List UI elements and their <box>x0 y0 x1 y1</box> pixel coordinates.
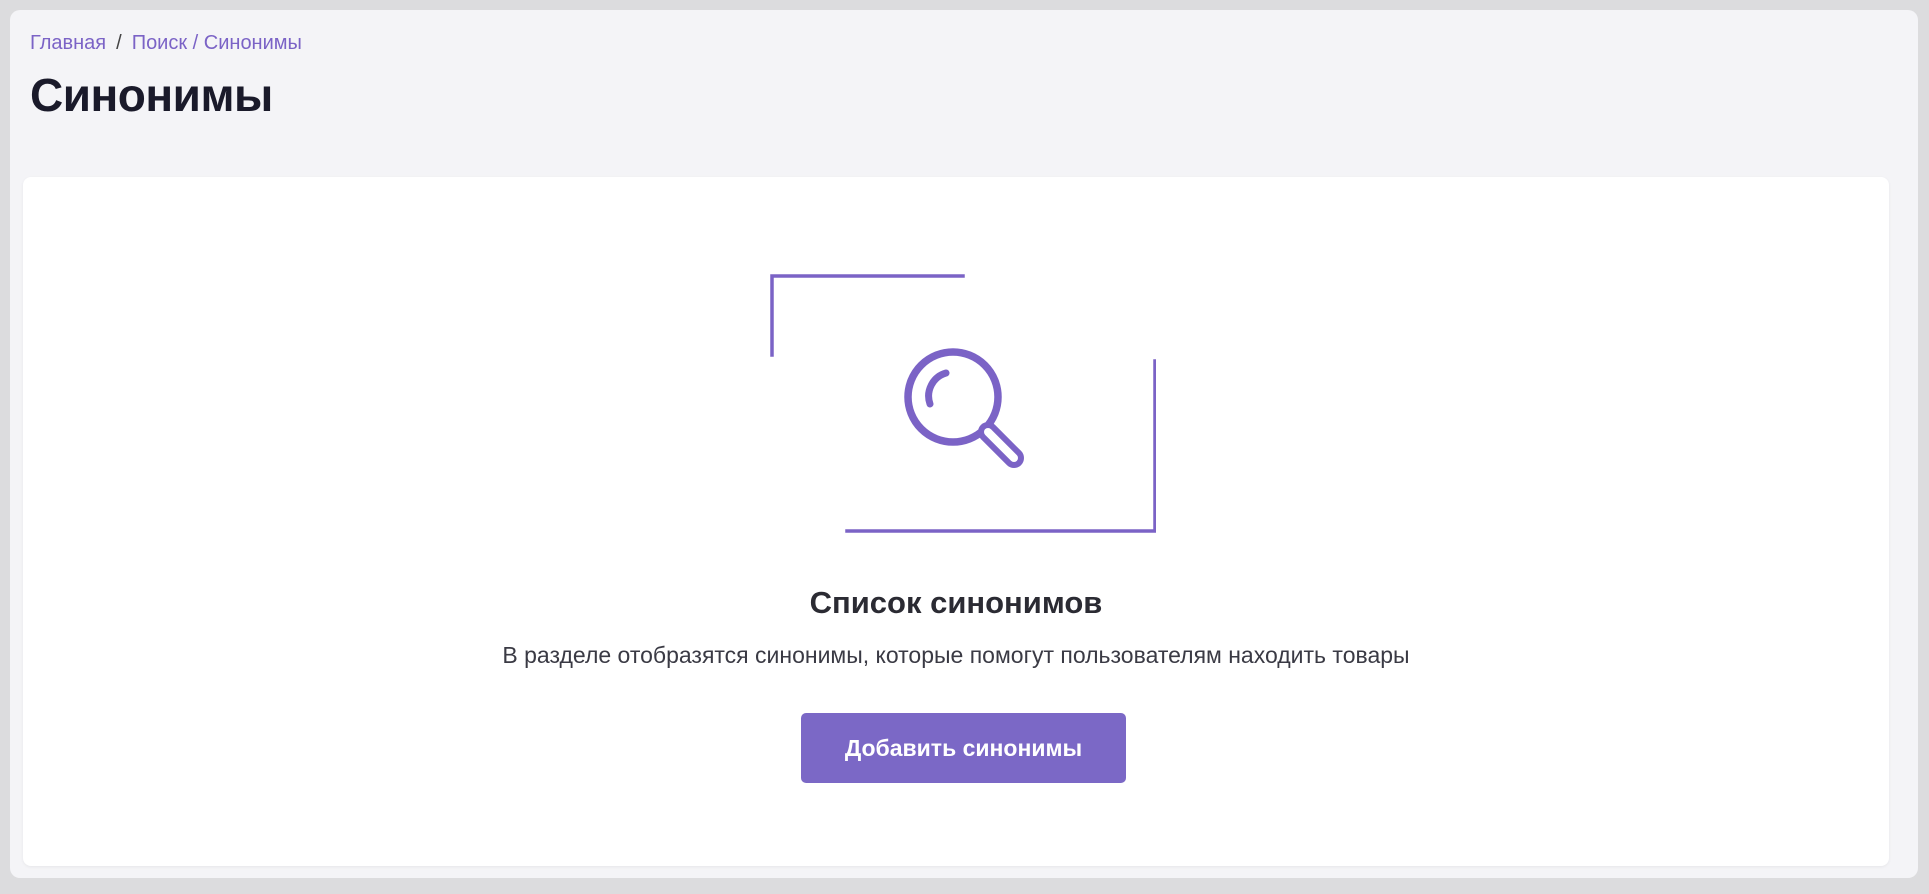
empty-state-card: Список синонимов В разделе отобразятся с… <box>23 177 1889 866</box>
breadcrumb-current-link[interactable]: Поиск / Синонимы <box>132 32 302 54</box>
add-synonyms-button[interactable]: Добавить синонимы <box>801 713 1126 783</box>
page-title: Синонимы <box>30 69 273 121</box>
breadcrumb-home-link[interactable]: Главная <box>30 32 106 54</box>
app-frame: Главная / Поиск / Синонимы Синонимы Список… <box>10 10 1918 878</box>
breadcrumb-separator: / <box>116 32 122 54</box>
frame-corner-top-left <box>770 274 965 357</box>
empty-state-title: Список синонимов <box>809 585 1103 620</box>
breadcrumb: Главная / Поиск / Синонимы <box>30 32 302 55</box>
empty-state-illustration <box>770 274 1156 533</box>
empty-state-description: В разделе отобразятся синонимы, которые … <box>502 642 1410 668</box>
search-icon <box>904 348 1024 468</box>
